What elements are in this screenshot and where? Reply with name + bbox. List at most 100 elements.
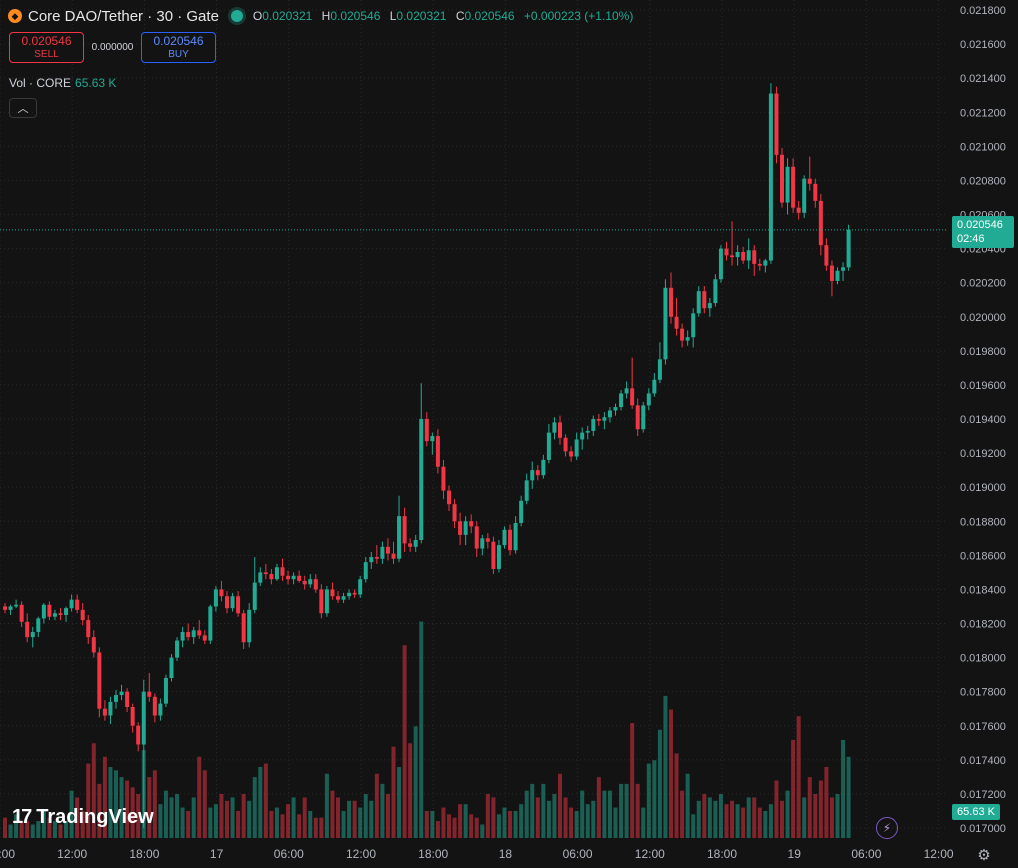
gear-icon[interactable]: ⚙: [975, 846, 993, 864]
chevron-up-icon: ︿: [17, 103, 29, 115]
volume-bar: [413, 726, 418, 838]
volume-bar: [441, 807, 446, 838]
candle-body: [441, 466, 446, 491]
candle-body: [202, 635, 207, 641]
collapse-legend-button[interactable]: ︿: [9, 98, 37, 118]
candle-body: [341, 596, 346, 600]
volume-bar: [252, 777, 257, 838]
candle-body: [768, 93, 773, 261]
candle-body: [669, 287, 673, 317]
volume-bar: [813, 794, 818, 838]
candle-body: [841, 267, 846, 271]
symbol-title[interactable]: Core DAO/Tether · 30 · Gate: [28, 8, 219, 25]
volume-bar: [746, 797, 751, 838]
low-value: 0.020321: [396, 9, 447, 23]
candle-body: [152, 696, 157, 716]
volume-bar: [485, 794, 490, 838]
candle-body: [197, 630, 202, 636]
volume-bar: [613, 807, 618, 838]
volume-bar: [607, 790, 612, 838]
candle-body: [496, 545, 501, 569]
volume-bar: [718, 794, 723, 838]
change-value: +0.000223 (+1.10%): [523, 9, 634, 23]
volume-bar: [391, 746, 396, 838]
volume-bar: [258, 766, 263, 838]
volume-bar: [502, 807, 507, 838]
price-tick-label: 0.018200: [960, 619, 1006, 631]
price-tick-label: 0.017400: [960, 755, 1006, 767]
candle-body: [269, 574, 274, 580]
volume-bar: [180, 807, 185, 838]
candle-body: [796, 207, 801, 213]
last-price-label: 0.020546 02:46: [952, 216, 1014, 248]
lightning-icon[interactable]: ⚡: [876, 817, 898, 839]
time-axis[interactable]: 06:00 12:00 18:00 17 06:00 12:00 18:00 18 06:00 1…: [0, 847, 954, 861]
volume-bar: [363, 794, 368, 838]
time-tick-label: 06:00: [851, 847, 881, 861]
price-tick-label: 0.019600: [960, 380, 1006, 392]
candle-body: [680, 328, 685, 341]
candle-body: [336, 596, 340, 600]
candle-body: [646, 393, 651, 406]
candle-body: [558, 422, 562, 438]
volume-legend-label: Vol · CORE: [9, 76, 72, 90]
candle-body: [402, 516, 407, 544]
candle-body: [75, 599, 80, 610]
price-tick-label: 0.021600: [960, 39, 1006, 51]
volume-bar: [474, 817, 479, 838]
candle-body: [175, 640, 180, 658]
buy-button[interactable]: 0.020546 BUY: [141, 32, 216, 63]
candle-body: [474, 526, 479, 549]
candle-body: [746, 250, 751, 261]
candle-body: [58, 613, 63, 615]
candle-body: [757, 263, 762, 266]
candle-body: [147, 691, 152, 697]
time-tick-label: 18:00: [129, 847, 159, 861]
volume-bar: [452, 817, 457, 838]
price-tick-label: 0.019000: [960, 482, 1006, 494]
market-open-status-icon[interactable]: [230, 10, 243, 22]
candle-body: [258, 572, 263, 583]
candle-body: [114, 695, 118, 702]
price-tick-label: 0.017200: [960, 789, 1006, 801]
candle-body: [491, 541, 496, 569]
candle-body: [807, 178, 812, 184]
volume-bar: [596, 777, 601, 838]
tradingview-logo[interactable]: 17 TradingView: [12, 806, 154, 829]
candle-body: [3, 606, 7, 610]
volume-bar: [558, 773, 562, 838]
volume-bar: [380, 783, 385, 838]
price-chart[interactable]: 0.021800 0.021600 0.021400 0.021200 0.021000…: [0, 0, 1018, 868]
open-value: 0.020321: [262, 9, 313, 23]
candle-body: [452, 504, 457, 522]
candle-body: [86, 620, 91, 638]
candle-body: [802, 178, 807, 213]
volume-legend[interactable]: Vol · CORE 65.63 K: [9, 76, 116, 90]
volume-bar: [374, 773, 379, 838]
candle-body: [230, 596, 235, 609]
volume-bar: [508, 810, 513, 838]
sell-button[interactable]: 0.020546 SELL: [9, 32, 84, 63]
volume-bar: [286, 804, 291, 838]
time-tick-label: 12:00: [635, 847, 665, 861]
price-tick-label: 0.018600: [960, 550, 1006, 562]
price-tick-label: 0.021400: [960, 73, 1006, 85]
volume-bar: [619, 783, 624, 838]
candle-body: [380, 546, 385, 559]
candle-body: [14, 604, 19, 607]
price-axis[interactable]: 0.021800 0.021600 0.021400 0.021200 0.021000…: [960, 5, 1006, 835]
price-tick-label: 0.018000: [960, 653, 1006, 665]
candle-body: [791, 166, 796, 208]
candle-body: [713, 279, 718, 304]
volume-bar: [846, 756, 851, 838]
candle-body: [546, 432, 551, 460]
candle-body: [524, 480, 529, 501]
candle-body: [735, 251, 740, 258]
candle-body: [69, 599, 74, 609]
candle-body: [36, 618, 41, 633]
time-tick-label: 06:00: [0, 847, 15, 861]
volume-bar: [724, 804, 729, 838]
candle-body: [591, 419, 596, 431]
price-tick-label: 0.019200: [960, 448, 1006, 460]
candle-body: [585, 430, 590, 433]
